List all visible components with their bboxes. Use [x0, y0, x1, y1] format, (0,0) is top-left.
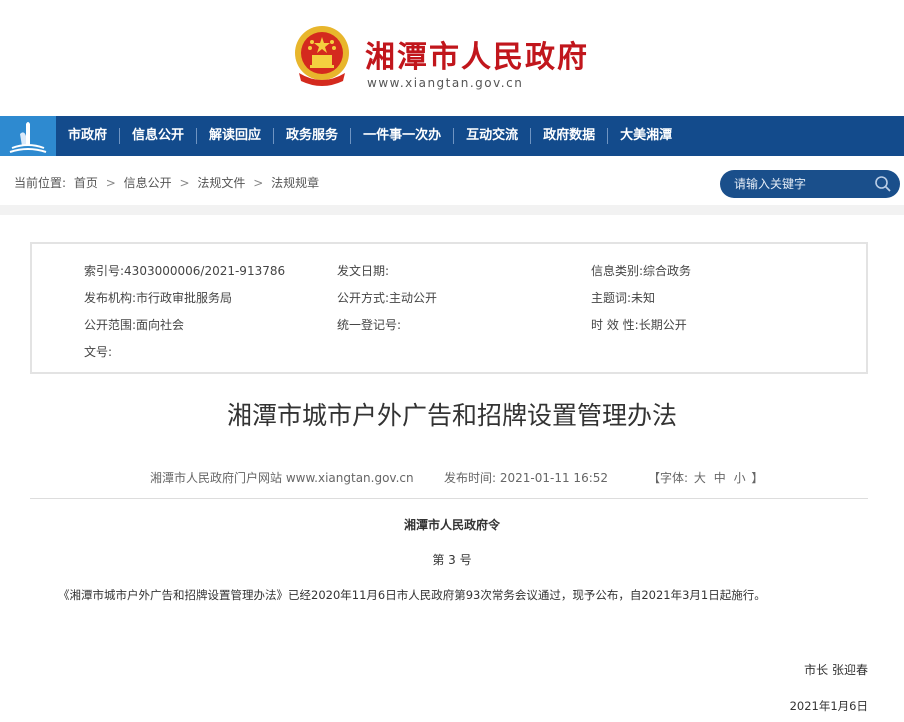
nav-item-government-data[interactable]: 政府数据 [531, 116, 607, 156]
info-category-value: 综合政务 [643, 264, 692, 278]
main-nav: 市政府 信息公开 解读回应 政务服务 一件事一次办 互动交流 政府数据 大美湘潭 [0, 116, 904, 156]
publish-time-value: 2021-01-11 16:52 [499, 471, 609, 485]
info-open-mode: 公开方式:主动公开 [337, 289, 437, 306]
info-index-number: 索引号:4303000006/2021-913786 [84, 262, 285, 279]
search-input[interactable] [734, 170, 874, 198]
breadcrumb-separator: > [179, 176, 190, 190]
info-subject-label: 主题词: [591, 291, 632, 305]
article-body-paragraph: 《湘潭市城市户外广告和招牌设置管理办法》已经2020年11月6日市人民政府第93… [58, 588, 766, 602]
font-size-label-close: 】 [751, 471, 764, 485]
signing-date: 2021年1月6日 [789, 699, 868, 713]
breadcrumb-regulations-documents[interactable]: 法规文件 [197, 176, 245, 190]
breadcrumb: 当前位置: 首页 > 信息公开 > 法规文件 > 法规规章 [14, 174, 323, 191]
section-divider-band [0, 205, 904, 215]
article-source: 湘潭市人民政府门户网站 www.xiangtan.gov.cn [150, 471, 414, 485]
decree-number: 第 3 号 [432, 553, 472, 567]
breadcrumb-label: 当前位置: [14, 176, 67, 190]
info-validity-label: 时 效 性: [591, 318, 639, 332]
info-registration-number-label: 统一登记号: [337, 318, 402, 332]
info-validity-value: 长期公开 [638, 318, 687, 332]
info-index-number-value: 4303000006/2021-913786 [124, 264, 286, 278]
nav-item-government-services[interactable]: 政务服务 [274, 116, 350, 156]
info-issue-date-label: 发文日期: [337, 264, 390, 278]
nav-item-interaction[interactable]: 互动交流 [454, 116, 530, 156]
nav-items: 市政府 信息公开 解读回应 政务服务 一件事一次办 互动交流 政府数据 大美湘潭 [56, 116, 684, 156]
site-title[interactable]: 湘潭市人民政府 [365, 32, 589, 76]
nav-item-one-thing-once[interactable]: 一件事一次办 [351, 116, 453, 156]
info-publisher: 发布机构:市行政审批服务局 [84, 289, 232, 306]
nav-item-interpretation[interactable]: 解读回应 [197, 116, 273, 156]
font-size-large-button[interactable]: 大 [694, 471, 706, 485]
info-category: 信息类别:综合政务 [591, 262, 691, 279]
info-document-number: 文号: [84, 343, 112, 360]
nav-item-information-disclosure[interactable]: 信息公开 [120, 116, 196, 156]
font-size-medium-button[interactable]: 中 [714, 471, 726, 485]
search-box [720, 170, 900, 198]
font-size-small-button[interactable]: 小 [734, 471, 746, 485]
breadcrumb-regulations-rules[interactable]: 法规规章 [271, 176, 319, 190]
breadcrumb-separator: > [105, 176, 116, 190]
decree-heading: 湘潭市人民政府令 [403, 518, 500, 532]
info-subject: 主题词:未知 [591, 289, 655, 306]
article-publish-time: 发布时间: 2021-01-11 16:52 [444, 469, 608, 486]
article-divider [30, 498, 868, 499]
breadcrumb-information-disclosure[interactable]: 信息公开 [124, 176, 172, 190]
info-registration-number: 统一登记号: [337, 316, 401, 333]
info-issue-date: 发文日期: [337, 262, 389, 279]
info-index-number-label: 索引号: [84, 264, 125, 278]
info-subject-value: 未知 [631, 291, 656, 305]
article-title: 湘潭市城市户外广告和招牌设置管理办法 [226, 401, 677, 430]
font-size-label: 【字体: [648, 471, 689, 485]
site-url: www.xiangtan.gov.cn [367, 76, 524, 90]
info-open-mode-label: 公开方式: [337, 291, 390, 305]
info-category-label: 信息类别: [591, 264, 644, 278]
info-document-number-label: 文号: [84, 345, 113, 359]
breadcrumb-separator: > [253, 176, 264, 190]
search-icon[interactable] [874, 175, 892, 193]
document-info-panel: 索引号:4303000006/2021-913786 发文日期: 信息类别:综合… [30, 242, 868, 374]
signer: 市长 张迎春 [804, 663, 868, 677]
national-emblem-icon [293, 25, 351, 87]
xiangtan-tower-logo-icon[interactable] [0, 116, 56, 156]
info-publisher-label: 发布机构: [84, 291, 137, 305]
nav-item-beautiful-xiangtan[interactable]: 大美湘潭 [608, 116, 684, 156]
info-scope: 公开范围:面向社会 [84, 316, 184, 333]
info-validity: 时 效 性:长期公开 [591, 316, 687, 333]
info-publisher-value: 市行政审批服务局 [136, 291, 233, 305]
font-size-switcher: 【字体: 大 中 小 】 [648, 469, 763, 486]
publish-time-label: 发布时间: [444, 471, 497, 485]
nav-item-city-government[interactable]: 市政府 [56, 116, 119, 156]
breadcrumb-home[interactable]: 首页 [74, 176, 98, 190]
info-scope-value: 面向社会 [136, 318, 185, 332]
info-open-mode-value: 主动公开 [389, 291, 438, 305]
info-scope-label: 公开范围: [84, 318, 137, 332]
